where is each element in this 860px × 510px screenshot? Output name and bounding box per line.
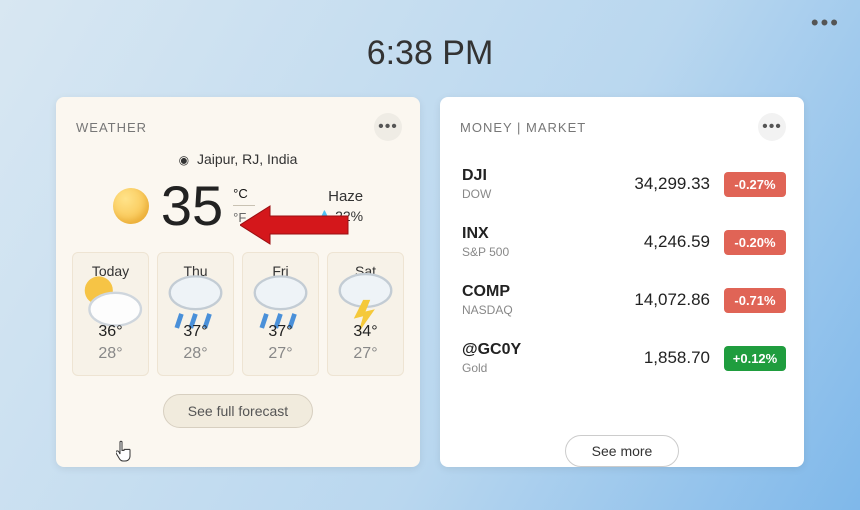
money-menu-button[interactable]: ••• [758, 113, 786, 141]
ticker-change: +0.12% [724, 346, 786, 371]
weather-menu-button[interactable]: ••• [374, 113, 402, 141]
forecast-day[interactable]: Sat34°27° [327, 252, 404, 376]
market-row[interactable]: COMP NASDAQ14,072.86-0.71% [462, 271, 786, 329]
ticker-change: -0.20% [724, 230, 786, 255]
unit-fahrenheit[interactable]: °F [233, 210, 255, 225]
weather-card: WEATHER ••• ◉ Jaipur, RJ, India 35 °C °F… [56, 97, 420, 467]
humidity-drop-icon: 💧 [317, 210, 332, 224]
weather-rain-icon [158, 285, 233, 315]
cursor-pointer-icon [116, 440, 136, 467]
see-more-button[interactable]: See more [565, 435, 680, 467]
day-low: 27° [328, 345, 403, 363]
forecast-day[interactable]: Thu37°28° [157, 252, 234, 376]
market-row[interactable]: INX S&P 5004,246.59-0.20% [462, 213, 786, 271]
market-row[interactable]: @GC0Y Gold1,858.70+0.12% [462, 329, 786, 387]
weather-title: WEATHER [76, 120, 147, 135]
market-list: DJIDOW34,299.33-0.27%INXS&P 5004,246.59-… [440, 149, 804, 425]
sun-icon [113, 188, 149, 224]
unit-divider [233, 205, 255, 206]
ticker-name: Gold [462, 361, 552, 375]
location-pin-icon: ◉ [179, 153, 189, 167]
money-card: MONEY | MARKET ••• DJI DOW34,299.33-0.27%… [440, 97, 804, 467]
see-full-forecast-button[interactable]: See full forecast [163, 394, 313, 428]
weather-humidity: 💧22% [317, 208, 363, 224]
day-low: 28° [73, 345, 148, 363]
ticker-symbol: DJI [462, 167, 552, 185]
weather-rain-icon [243, 285, 318, 315]
ticker-name: DOW [462, 187, 552, 201]
forecast-row: Today36°28°Thu37°28°Fri37°27°Sat34°27° [56, 238, 420, 376]
weather-storm-icon [328, 285, 403, 315]
ticker-change: -0.71% [724, 288, 786, 313]
ticker-symbol: INX [462, 225, 552, 243]
market-row[interactable]: DJI DOW34,299.33-0.27% [462, 155, 786, 213]
forecast-day[interactable]: Fri37°27° [242, 252, 319, 376]
ticker-price: 34,299.33 [552, 174, 724, 194]
ticker-name: NASDAQ [462, 303, 552, 317]
day-low: 28° [158, 345, 233, 363]
clock: 6:38 PM [0, 0, 860, 73]
unit-celsius[interactable]: °C [233, 186, 255, 201]
weather-condition: Haze [328, 188, 363, 205]
ticker-name: S&P 500 [462, 245, 552, 259]
ticker-price: 14,072.86 [552, 290, 724, 310]
ticker-symbol: COMP [462, 283, 552, 301]
current-temperature: 35 [161, 173, 223, 238]
ticker-price: 1,858.70 [552, 348, 724, 368]
weather-location[interactable]: ◉ Jaipur, RJ, India [56, 151, 420, 167]
money-title: MONEY | MARKET [460, 120, 586, 135]
day-low: 27° [243, 345, 318, 363]
system-menu-icon[interactable]: ••• [811, 10, 840, 36]
weather-cloud-sun-icon [73, 285, 148, 315]
ticker-price: 4,246.59 [552, 232, 724, 252]
ticker-change: -0.27% [724, 172, 786, 197]
forecast-day[interactable]: Today36°28° [72, 252, 149, 376]
ticker-symbol: @GC0Y [462, 341, 552, 359]
